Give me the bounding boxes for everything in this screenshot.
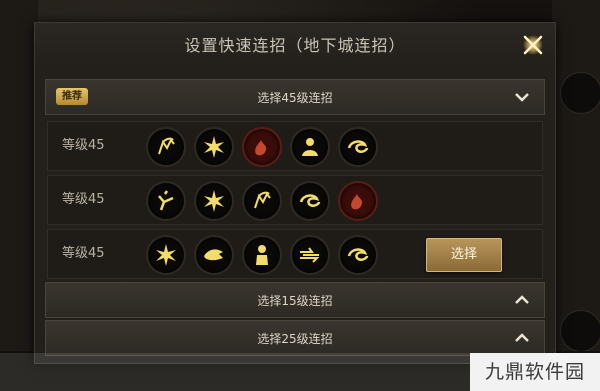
combo-row[interactable]: 等级45 xyxy=(47,175,543,225)
section-header-level15[interactable]: 选择15级连招 xyxy=(45,282,545,318)
blood-skill-icon xyxy=(242,127,282,167)
section-label: 选择15级连招 xyxy=(257,293,333,308)
chevron-down-icon xyxy=(515,93,529,102)
site-watermark: 九鼎软件园 xyxy=(470,353,600,391)
section-label: 选择45级连招 xyxy=(257,90,333,105)
whirl-skill-icon xyxy=(290,181,330,221)
background-avatar xyxy=(560,72,600,114)
quick-combo-dialog: 设置快速连招（地下城连招） 推荐 选择45级连招 等级45 等级45 等级45 … xyxy=(34,22,556,364)
dialog-title: 设置快速连招（地下城连招） xyxy=(35,23,555,69)
blood-skill-icon xyxy=(338,181,378,221)
burst-skill-icon xyxy=(194,127,234,167)
combo-level-label: 等级45 xyxy=(62,246,105,261)
background-left-panel xyxy=(0,0,38,391)
background-avatar xyxy=(560,310,600,352)
close-button[interactable] xyxy=(517,29,549,61)
chevron-up-icon xyxy=(515,295,529,304)
section-header-level25[interactable]: 选择25级连招 xyxy=(45,320,545,356)
dash-skill-icon xyxy=(290,235,330,275)
select-combo-button[interactable]: 选择 xyxy=(426,238,502,272)
combo-row[interactable]: 等级45 选择 xyxy=(47,229,543,279)
warrior-skill-icon xyxy=(146,127,186,167)
section-header-level45[interactable]: 推荐 选择45级连招 xyxy=(45,79,545,115)
burst-skill-icon xyxy=(194,181,234,221)
whirl-skill-icon xyxy=(338,127,378,167)
section-label: 选择25级连招 xyxy=(257,331,333,346)
combo-row[interactable]: 等级45 xyxy=(47,121,543,171)
monk-skill-icon xyxy=(242,235,282,275)
dragon-skill-icon xyxy=(194,235,234,275)
burst-skill-icon xyxy=(146,235,186,275)
combo-level-label: 等级45 xyxy=(62,138,105,153)
warrior-skill-icon xyxy=(242,181,282,221)
close-icon xyxy=(523,35,543,55)
recommend-badge: 推荐 xyxy=(56,88,88,105)
kick-skill-icon xyxy=(146,181,186,221)
summon-skill-icon xyxy=(290,127,330,167)
combo-level-label: 等级45 xyxy=(62,192,105,207)
whirl-skill-icon xyxy=(338,235,378,275)
chevron-up-icon xyxy=(515,333,529,342)
